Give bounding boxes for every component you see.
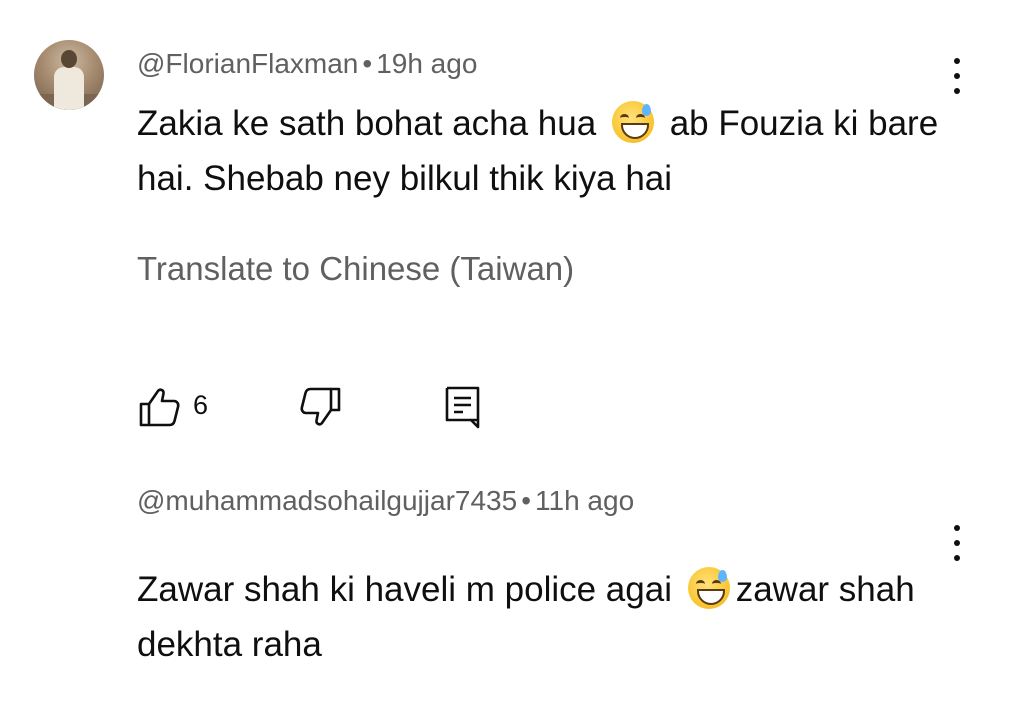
- more-dot: [954, 73, 960, 79]
- comment-thread-item: @FlorianFlaxman • 19h ago Zakia ke sath bo…: [0, 0, 1024, 470]
- thumb-up-icon: [139, 388, 180, 427]
- comment-meta: @FlorianFlaxman • 19h ago: [137, 48, 477, 80]
- more-vert-icon[interactable]: [947, 56, 967, 96]
- reply-button[interactable]: [443, 385, 483, 429]
- comment-text: Zawar shah ki haveli m police agai zawar…: [137, 562, 957, 672]
- avatar-torso: [54, 67, 84, 110]
- meta-separator: •: [521, 485, 531, 516]
- meta-separator: •: [362, 48, 373, 79]
- like-button[interactable]: [137, 385, 181, 429]
- avatar-head: [61, 50, 77, 68]
- comment-author[interactable]: @muhammadsohailgujjar7435: [137, 485, 517, 516]
- comment-author[interactable]: @FlorianFlaxman: [137, 48, 358, 79]
- more-dot: [954, 540, 960, 546]
- comment-meta: @muhammadsohailgujjar7435 • 11h ago: [137, 485, 634, 517]
- like-count: 6: [193, 390, 209, 420]
- comment-text: Zakia ke sath bohat acha hua ab Fouzia k…: [137, 96, 957, 206]
- more-vert-icon[interactable]: [947, 523, 967, 563]
- avatar[interactable]: [34, 40, 104, 110]
- translate-link[interactable]: Translate to Chinese (Taiwan): [137, 250, 574, 288]
- more-dot: [954, 88, 960, 94]
- more-dot: [954, 525, 960, 531]
- comment-time[interactable]: 11h ago: [535, 485, 634, 516]
- thumb-down-icon: [300, 387, 341, 426]
- grinning-face-with-sweat-icon: [611, 101, 654, 143]
- reply-icon: [445, 386, 480, 429]
- grinning-face-with-sweat-icon: [687, 567, 730, 609]
- comment-thread-item: @muhammadsohailgujjar7435 • 11h ago Zawar …: [0, 470, 1024, 707]
- comment-time[interactable]: 19h ago: [376, 48, 477, 79]
- dislike-button[interactable]: [299, 385, 343, 429]
- more-dot: [954, 555, 960, 561]
- comment-text-before: Zakia ke sath bohat acha hua: [137, 104, 597, 143]
- more-dot: [954, 58, 960, 64]
- comment-text-before: Zawar shah ki haveli m police agai: [137, 570, 672, 609]
